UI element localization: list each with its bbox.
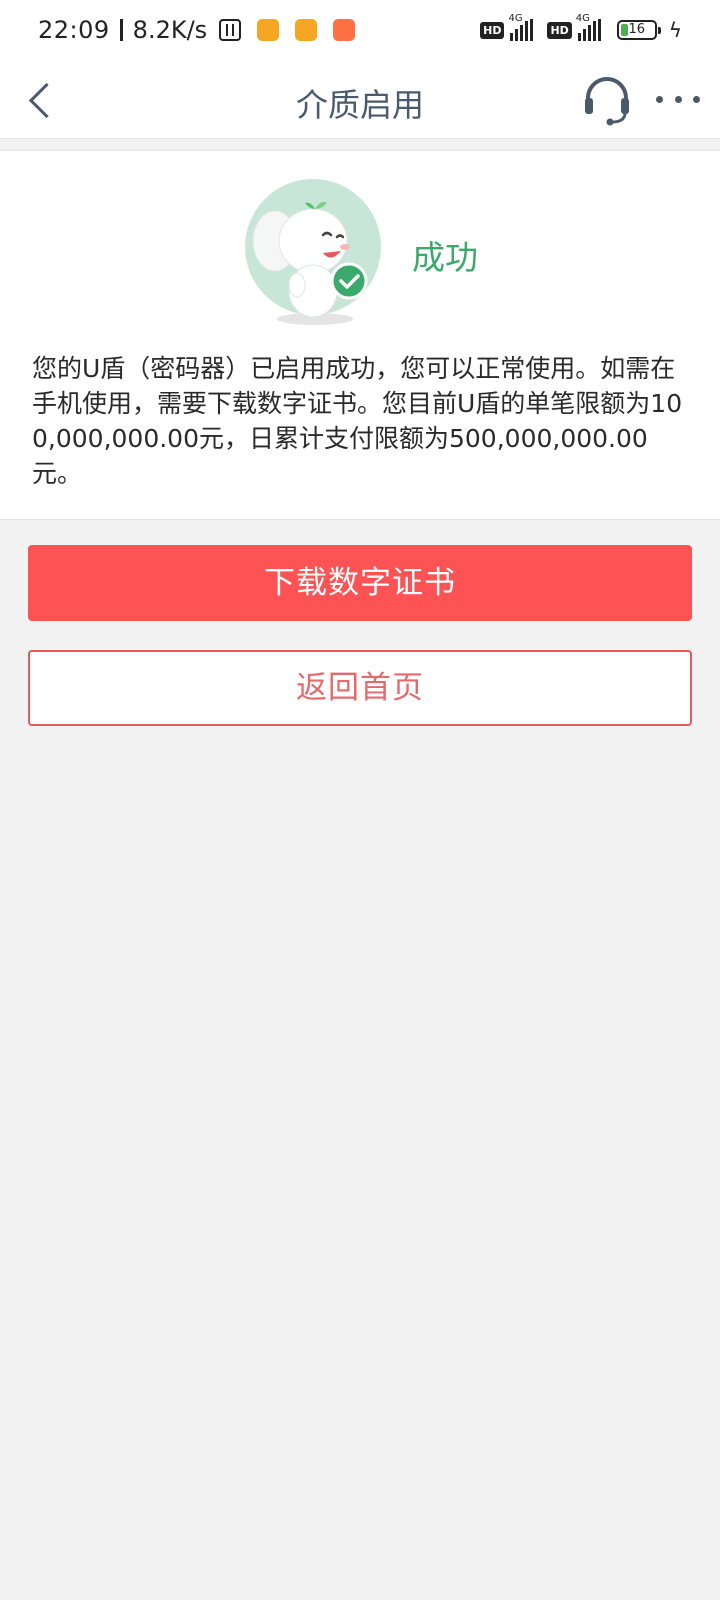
clock: 22:09 — [38, 16, 110, 44]
hd-badge: HD — [480, 21, 505, 39]
status-bar-left: 22:09 8.2K/s — [38, 16, 356, 44]
shop-notification-icon — [333, 19, 356, 41]
more-button[interactable] — [656, 82, 700, 116]
signal-icon: 4G — [508, 13, 534, 41]
dot — [693, 95, 700, 103]
result-card: 成功 您的U盾（密码器）已启用成功，您可以正常使用。如需在手机使用，需要下载数字… — [0, 150, 720, 520]
battery-level: 16 — [628, 22, 646, 37]
status-label: 成功 — [412, 238, 478, 277]
dot — [656, 95, 663, 103]
dot — [674, 95, 682, 103]
nfc-icon — [219, 19, 242, 41]
message-notification-icon — [295, 19, 318, 41]
nav-header: 介质启用 — [0, 64, 720, 139]
separator — [119, 19, 123, 41]
status-bar-right: HD 4G HD 4G 16 ϟ — [480, 13, 682, 42]
battery-icon: 16 — [616, 20, 661, 40]
customer-service-button[interactable] — [582, 74, 632, 128]
charging-icon: ϟ — [668, 18, 682, 42]
return-home-button[interactable]: 返回首页 — [28, 650, 692, 726]
hd-badge: HD — [547, 21, 572, 39]
network-speed: 8.2K/s — [132, 16, 208, 44]
result-message: 您的U盾（密码器）已启用成功，您可以正常使用。如需在手机使用，需要下载数字证书。… — [32, 354, 683, 488]
download-certificate-button[interactable]: 下载数字证书 — [28, 545, 692, 621]
signal-icon: 4G — [576, 13, 601, 41]
headset-icon — [585, 77, 629, 126]
network-type: 4G — [508, 13, 523, 24]
network-type: 4G — [575, 13, 590, 24]
elephant-mascot-success-icon — [245, 179, 381, 325]
app-notification-icon — [257, 19, 280, 41]
status-bar: 22:09 8.2K/s HD 4G HD 4G 16 ϟ — [0, 0, 720, 64]
